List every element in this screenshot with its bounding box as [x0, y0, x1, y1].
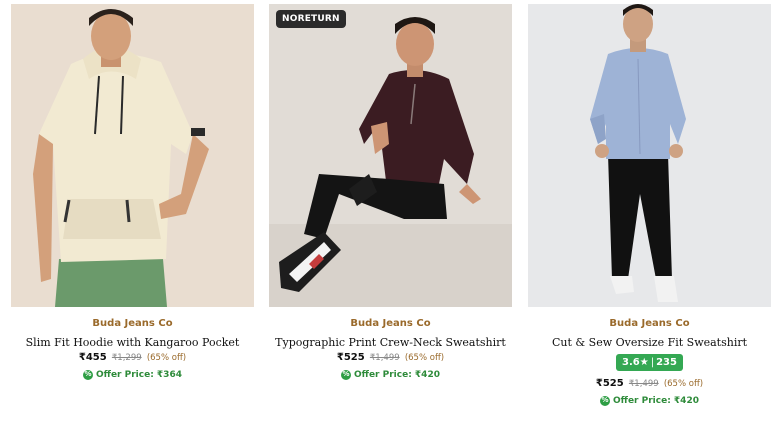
original-price: ₹1,299	[111, 353, 142, 363]
price-row: ₹525 ₹1,499 (65% off)	[269, 352, 512, 363]
discount-percent: (65% off)	[146, 353, 187, 363]
offer-price: % Offer Price: ₹364	[83, 369, 182, 380]
product-image[interactable]: NORETURN	[269, 4, 512, 307]
discount-percent: (65% off)	[404, 353, 445, 363]
product-photo-hoodie	[11, 4, 254, 307]
offer-price-label: Offer Price: ₹420	[354, 369, 440, 380]
price-row: ₹525 ₹1,499 (65% off)	[528, 378, 771, 389]
product-card[interactable]: Buda Jeans Co Slim Fit Hoodie with Kanga…	[11, 4, 254, 381]
product-card[interactable]: Buda Jeans Co Cut & Sew Oversize Fit Swe…	[528, 4, 771, 407]
original-price: ₹1,499	[628, 379, 659, 389]
product-title[interactable]: Slim Fit Hoodie with Kangaroo Pocket	[11, 336, 254, 349]
rating-value: 3.6★	[622, 357, 649, 368]
original-price: ₹1,499	[369, 353, 400, 363]
discount-percent: (65% off)	[663, 379, 704, 389]
brand-name[interactable]: Buda Jeans Co	[269, 318, 512, 329]
brand-name[interactable]: Buda Jeans Co	[11, 318, 254, 329]
selling-price: ₹455	[78, 352, 107, 363]
price-row: ₹455 ₹1,299 (65% off)	[11, 352, 254, 363]
product-title[interactable]: Typographic Print Crew-Neck Sweatshirt	[269, 336, 512, 349]
selling-price: ₹525	[595, 378, 624, 389]
brand-name[interactable]: Buda Jeans Co	[528, 318, 771, 329]
product-photo-maroon-sweatshirt	[269, 4, 512, 307]
rating-badge[interactable]: 3.6★ | 235	[616, 354, 683, 371]
offer-price-label: Offer Price: ₹420	[613, 395, 699, 406]
offer-price: % Offer Price: ₹420	[341, 369, 440, 380]
offer-price-label: Offer Price: ₹364	[96, 369, 182, 380]
tag-icon: %	[600, 395, 611, 406]
product-photo-blue-sweatshirt	[528, 4, 771, 307]
selling-price: ₹525	[336, 352, 365, 363]
noreturn-badge: NORETURN	[276, 10, 346, 28]
tag-icon: %	[341, 369, 352, 380]
product-grid: Buda Jeans Co Slim Fit Hoodie with Kanga…	[0, 0, 779, 435]
rating-count: 235	[656, 357, 677, 368]
offer-price: % Offer Price: ₹420	[600, 395, 699, 406]
product-card[interactable]: NORETURN Buda Jeans Co Typographic Print…	[269, 4, 512, 381]
tag-icon: %	[83, 369, 94, 380]
product-image[interactable]	[528, 4, 771, 307]
product-image[interactable]	[11, 4, 254, 307]
product-title[interactable]: Cut & Sew Oversize Fit Sweatshirt	[528, 336, 771, 349]
